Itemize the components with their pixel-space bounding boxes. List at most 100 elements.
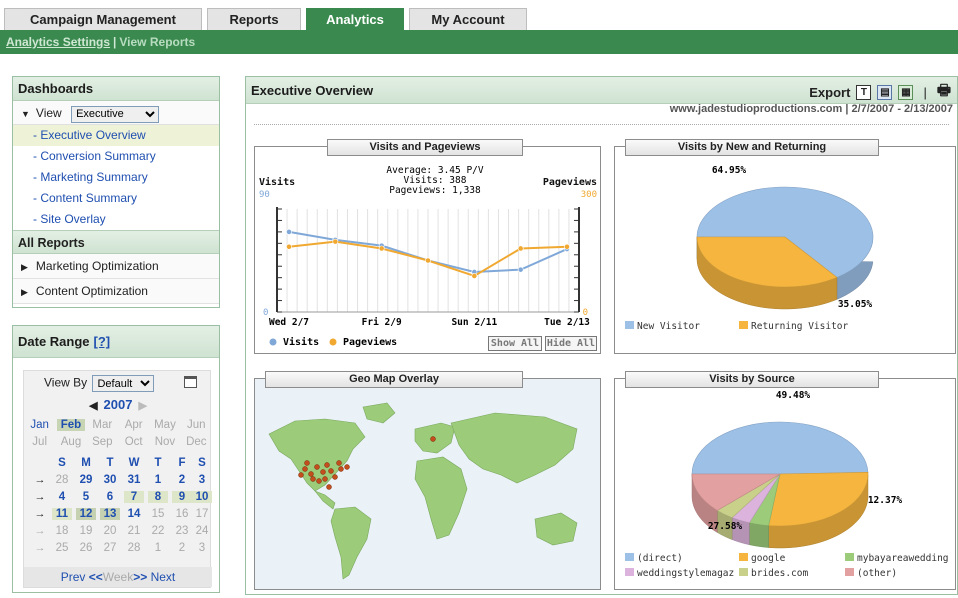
print-icon[interactable]: 🖶 [937,80,951,105]
tab-analytics[interactable]: Analytics [306,8,404,30]
calendar-day[interactable]: 1 [148,542,168,554]
legend-label[interactable]: brides.com [751,568,808,579]
tab-reports[interactable]: Reports [207,8,301,30]
calendar-day[interactable]: 16 [172,508,192,520]
calendar-day[interactable]: 15 [148,508,168,520]
select-week-arrow-icon[interactable]: → [30,508,50,520]
calendar-day[interactable]: 22 [148,525,168,537]
show-all-button[interactable]: Show All [488,336,542,351]
legend-pageviews-label[interactable]: Pageviews [343,336,397,348]
weekday-label: W [128,457,140,469]
calendar-day[interactable]: 26 [76,542,96,554]
calendar-day[interactable]: 18 [52,525,72,537]
export-toolbar: Export T ▤ ▦ | 🖶 [809,80,951,105]
dashboard-link-content-summary[interactable]: - Content Summary [13,188,219,209]
date-range-help-link[interactable]: [?] [94,334,111,349]
calendar: View By Default ◀ 2007 ▶ Jan Feb Mar Apr M… [23,370,212,588]
select-week-arrow-icon[interactable]: → [30,525,50,537]
select-week-arrow-icon[interactable]: → [30,491,50,503]
month-may[interactable]: May [151,419,179,431]
next-arrows-icon[interactable]: >> [133,570,147,584]
calendar-day[interactable]: 30 [100,474,120,486]
calendar-day[interactable]: 8 [148,491,168,503]
calendar-day[interactable]: 28 [124,542,144,554]
calendar-day[interactable]: 6 [100,491,120,503]
calendar-day[interactable]: 3 [192,474,212,486]
calendar-day[interactable]: 13 [100,508,120,520]
calendar-day[interactable]: 29 [76,474,96,486]
calendar-day[interactable]: 19 [76,525,96,537]
report-label: Marketing Optimization [35,259,159,273]
view-by-select[interactable]: Default [92,375,155,392]
calendar-icon[interactable] [184,376,197,388]
calendar-day[interactable]: 2 [172,474,192,486]
month-oct[interactable]: Oct [120,436,148,448]
month-apr[interactable]: Apr [120,419,148,431]
pie-value-label: 49.48% [776,390,811,401]
prev-year-icon[interactable]: ◀ [89,400,97,412]
calendar-day[interactable]: 21 [124,525,144,537]
calendar-day[interactable]: 14 [124,508,144,520]
legend-label[interactable]: New Visitor [637,321,700,332]
export-doc-icon[interactable]: ▤ [877,85,893,100]
next-year-icon[interactable]: ▶ [138,400,146,412]
calendar-day[interactable]: 10 [192,491,212,503]
dashboard-link-conversion-summary[interactable]: - Conversion Summary [13,146,219,167]
calendar-day[interactable]: 27 [100,542,120,554]
calendar-day[interactable]: 11 [52,508,72,520]
calendar-day[interactable]: 1 [148,474,168,486]
month-sep[interactable]: Sep [88,436,116,448]
calendar-day[interactable]: 7 [124,491,144,503]
calendar-day[interactable]: 5 [76,491,96,503]
legend-visits-label[interactable]: Visits [283,336,319,348]
months-row-2: Jul Aug Sep Oct Nov Dec [24,436,212,448]
export-excel-icon[interactable]: ▦ [898,85,914,100]
collapse-triangle-icon[interactable]: ▼ [21,109,30,119]
legend-label[interactable]: (other) [857,568,897,579]
next-week-link[interactable]: Next [151,570,176,584]
legend-label[interactable]: weddingstylemagaz [637,568,734,579]
report-marketing-optimization[interactable]: ▶ Marketing Optimization [13,254,219,279]
prev-week-link[interactable]: Prev [61,570,86,584]
month-jan[interactable]: Jan [26,419,54,431]
select-week-arrow-icon[interactable]: → [30,474,50,486]
report-content-optimization[interactable]: ▶ Content Optimization [13,279,219,304]
month-jul[interactable]: Jul [26,436,54,448]
legend-label[interactable]: google [751,553,786,564]
dashboard-link-site-overlay[interactable]: - Site Overlay [13,209,219,230]
tab-campaign-management[interactable]: Campaign Management [4,8,202,30]
view-reports-link[interactable]: View Reports [119,35,195,49]
month-feb[interactable]: Feb [56,419,85,431]
legend-label[interactable]: (direct) [637,553,683,564]
tab-my-account[interactable]: My Account [409,8,527,30]
month-dec[interactable]: Dec [182,436,210,448]
calendar-day[interactable]: 25 [52,542,72,554]
month-jun[interactable]: Jun [182,419,210,431]
analytics-settings-link[interactable]: Analytics Settings [6,35,110,49]
legend-label[interactable]: mybayareawedding [857,553,949,564]
calendar-day[interactable]: 28 [52,474,72,486]
calendar-day[interactable]: 31 [124,474,144,486]
calendar-day[interactable]: 12 [76,508,96,520]
month-nov[interactable]: Nov [151,436,179,448]
world-map[interactable] [255,379,600,589]
calendar-day[interactable]: 2 [172,542,192,554]
dashboard-link-marketing-summary[interactable]: - Marketing Summary [13,167,219,188]
calendar-day[interactable]: 23 [172,525,192,537]
dashboard-link-executive-overview[interactable]: - Executive Overview [13,125,219,146]
calendar-day[interactable]: 4 [52,491,72,503]
hide-all-button[interactable]: Hide All [545,336,597,351]
export-text-icon[interactable]: T [856,85,872,100]
month-aug[interactable]: Aug [57,436,85,448]
calendar-day[interactable]: 9 [172,491,192,503]
calendar-day[interactable]: 20 [100,525,120,537]
legend-label[interactable]: Returning Visitor [751,321,849,332]
calendar-day[interactable]: 3 [192,542,212,554]
month-mar[interactable]: Mar [88,419,116,431]
left-axis-min: 0 [263,308,268,318]
view-select[interactable]: Executive [71,105,160,123]
prev-arrows-icon[interactable]: << [89,570,103,584]
select-week-arrow-icon[interactable]: → [30,542,50,554]
calendar-day[interactable]: 24 [192,525,212,537]
calendar-day[interactable]: 17 [192,508,212,520]
